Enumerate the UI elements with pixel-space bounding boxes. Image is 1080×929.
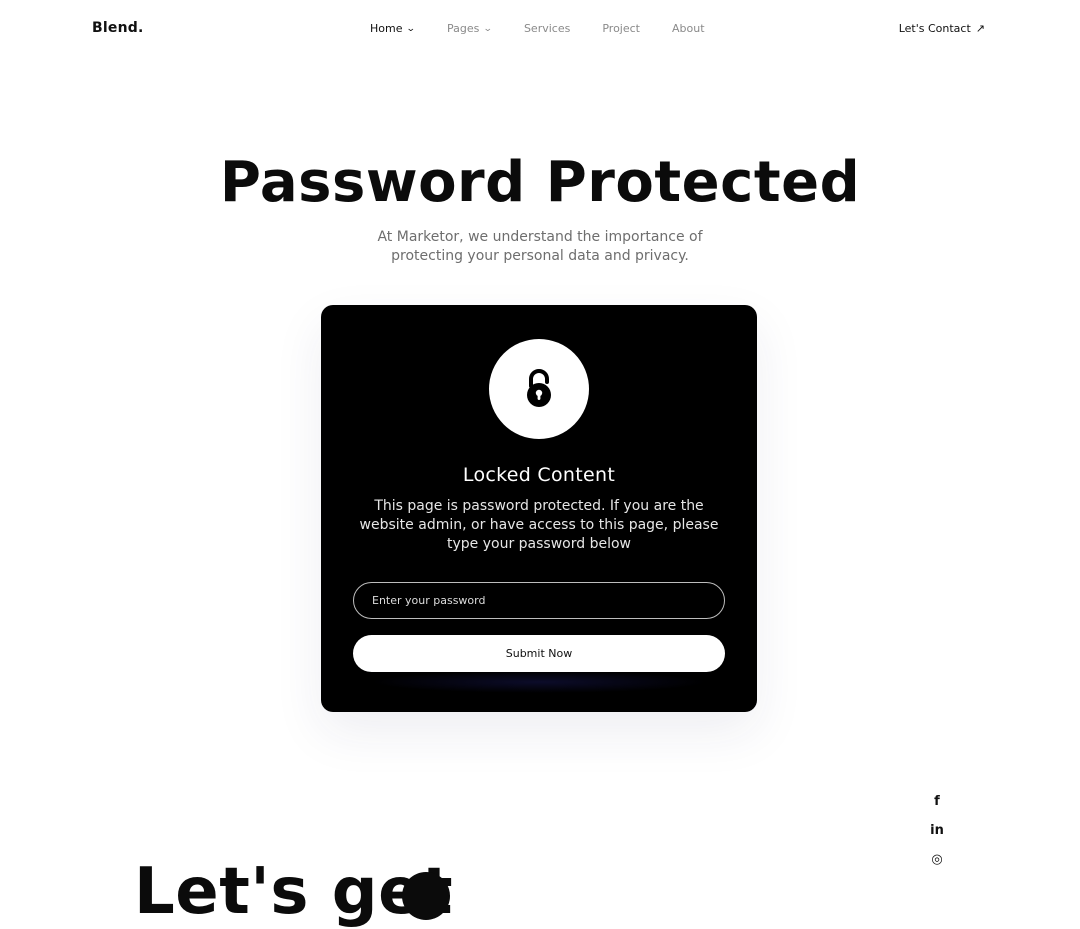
padlock-icon bbox=[527, 369, 551, 407]
nav-item-home[interactable]: Home ⌄ bbox=[370, 22, 417, 35]
cta-label: Let's Contact bbox=[898, 22, 971, 35]
card-description: This page is password protected. If you … bbox=[359, 498, 719, 552]
password-input[interactable] bbox=[353, 582, 725, 619]
submit-button[interactable]: Submit Now bbox=[353, 635, 725, 672]
top-navigation: Blend. Home ⌄ Pages ⌄ Services Project A… bbox=[0, 0, 1080, 60]
password-card: Locked Content This page is password pro… bbox=[321, 305, 757, 712]
facebook-icon[interactable]: f bbox=[926, 790, 948, 812]
main-menu: Home ⌄ Pages ⌄ Services Project About bbox=[370, 22, 737, 35]
page-subtitle: At Marketor, we understand the importanc… bbox=[377, 229, 703, 264]
page-title: Password Protected bbox=[219, 150, 861, 215]
linkedin-icon[interactable]: in bbox=[926, 819, 948, 841]
arrow-up-right-icon: ↗ bbox=[975, 22, 985, 35]
nav-item-project[interactable]: Project bbox=[602, 22, 640, 35]
nav-item-about[interactable]: About bbox=[672, 22, 705, 35]
lets-contact-link[interactable]: Let's Contact ↗ bbox=[899, 22, 985, 35]
nav-item-label: Project bbox=[602, 22, 640, 35]
footer-circle-button[interactable] bbox=[402, 872, 450, 920]
nav-item-label: About bbox=[671, 22, 705, 35]
button-glow bbox=[371, 671, 707, 693]
nav-item-label: Services bbox=[523, 22, 571, 35]
card-title: Locked Content bbox=[462, 464, 616, 486]
chevron-down-icon: ⌄ bbox=[483, 23, 494, 34]
lock-badge bbox=[489, 339, 589, 439]
nav-item-pages[interactable]: Pages ⌄ bbox=[447, 22, 494, 35]
brand-logo[interactable]: Blend. bbox=[92, 20, 143, 36]
nav-item-label: Home bbox=[370, 22, 403, 35]
social-links: f in ◎ bbox=[926, 790, 948, 877]
instagram-icon[interactable]: ◎ bbox=[926, 848, 948, 870]
nav-item-services[interactable]: Services bbox=[524, 22, 570, 35]
chevron-down-icon: ⌄ bbox=[406, 23, 417, 34]
nav-item-label: Pages bbox=[447, 22, 480, 35]
